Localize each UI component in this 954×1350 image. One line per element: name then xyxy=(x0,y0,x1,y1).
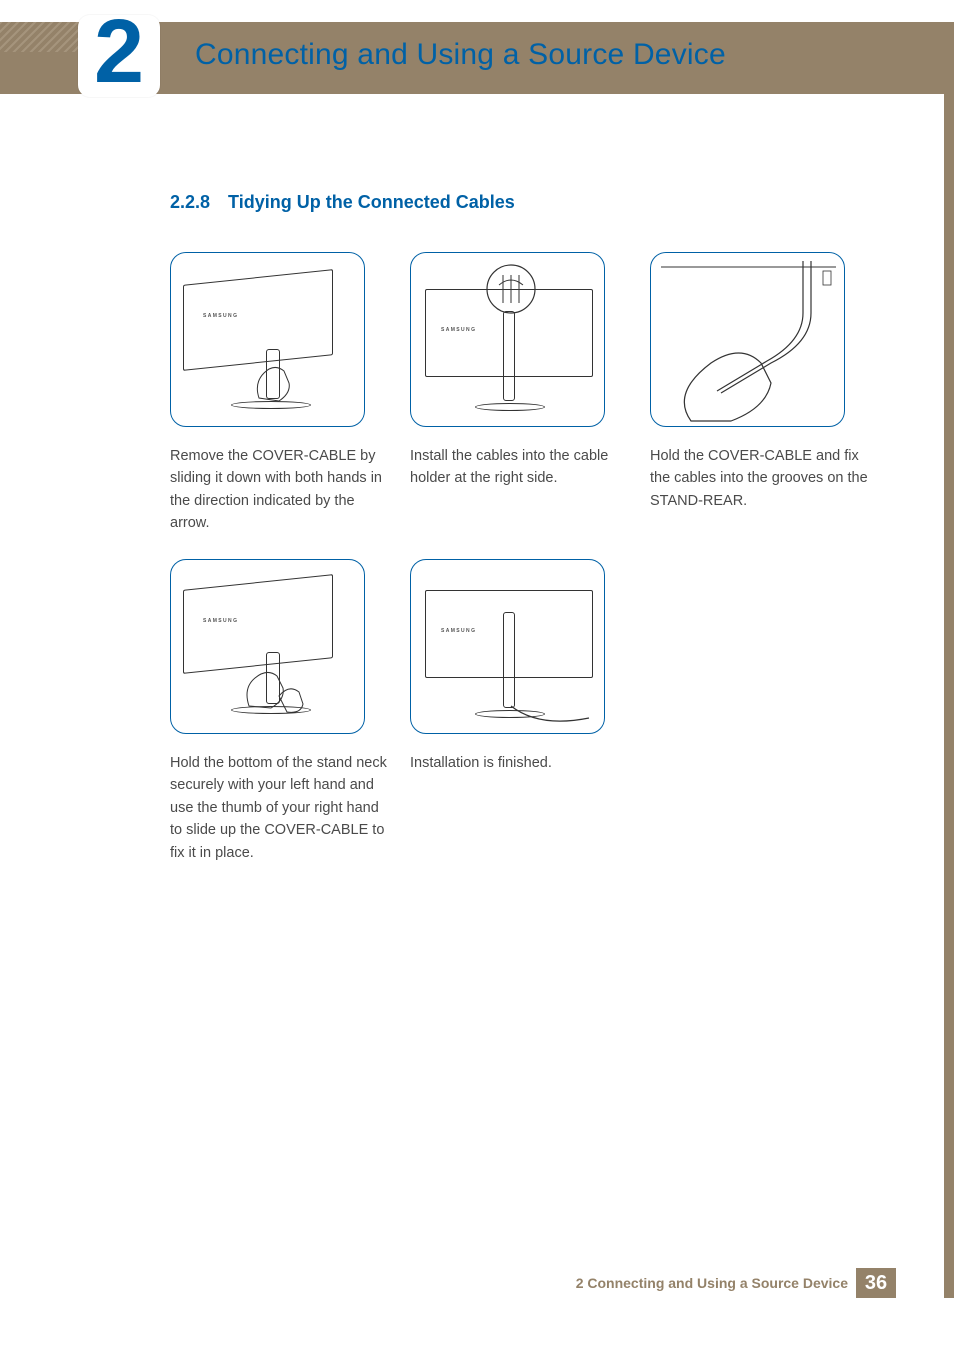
section-title: Tidying Up the Connected Cables xyxy=(228,192,515,212)
footer-chapter-title: 2 Connecting and Using a Source Device xyxy=(576,1275,848,1291)
illustration-1: SAMSUNG xyxy=(170,252,365,427)
step-3: Hold the COVER-CABLE and fix the cables … xyxy=(650,252,880,535)
chapter-number-badge: 2 xyxy=(78,15,160,97)
brand-label: SAMSUNG xyxy=(441,327,476,333)
step-5-caption: Installation is finished. xyxy=(410,752,640,774)
page-number-badge: 36 xyxy=(856,1268,896,1298)
step-4-caption: Hold the bottom of the stand neck secure… xyxy=(170,752,400,864)
illustration-2: SAMSUNG xyxy=(410,252,605,427)
step-3-caption: Hold the COVER-CABLE and fix the cables … xyxy=(650,445,880,512)
hands-icon xyxy=(241,656,311,726)
brand-label: SAMSUNG xyxy=(203,618,238,624)
brand-label: SAMSUNG xyxy=(441,628,476,634)
section-number: 2.2.8 xyxy=(170,192,210,212)
step-4: SAMSUNG Hold the bottom of the stand nec… xyxy=(170,559,400,864)
header-hatching-decoration xyxy=(0,22,80,52)
side-accent-stripe xyxy=(944,22,954,1298)
step-2: SAMSUNG Install the cables into the cabl… xyxy=(410,252,640,535)
step-2-caption: Install the cables into the cable holder… xyxy=(410,445,640,490)
hand-icon xyxy=(249,353,309,413)
illustration-4: SAMSUNG xyxy=(170,559,365,734)
illustration-3 xyxy=(650,252,845,427)
cable-detail-icon xyxy=(651,253,845,427)
chapter-number: 2 xyxy=(94,16,144,88)
illustration-5: SAMSUNG xyxy=(410,559,605,734)
brand-label: SAMSUNG xyxy=(203,313,238,319)
steps-grid: SAMSUNG Remove the COVER-CABLE by slidin… xyxy=(170,252,880,864)
cable-icon xyxy=(509,700,599,730)
chapter-title: Connecting and Using a Source Device xyxy=(195,38,726,72)
magnifier-icon xyxy=(483,261,539,317)
step-1-caption: Remove the COVER-CABLE by sliding it dow… xyxy=(170,445,400,535)
step-1: SAMSUNG Remove the COVER-CABLE by slidin… xyxy=(170,252,400,535)
step-5: SAMSUNG Installation is finished. xyxy=(410,559,640,864)
page-number: 36 xyxy=(865,1272,887,1295)
section-heading: 2.2.8 Tidying Up the Connected Cables xyxy=(170,192,515,213)
